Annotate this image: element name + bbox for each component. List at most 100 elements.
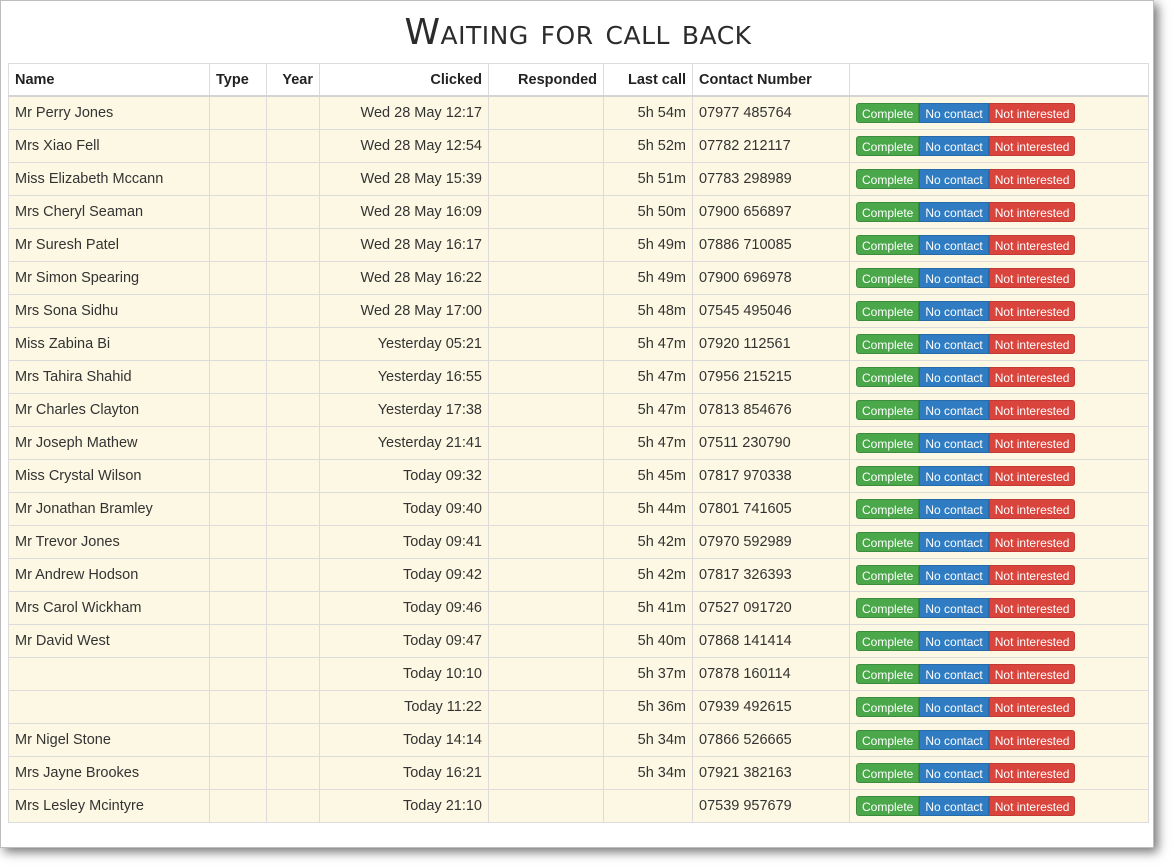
col-header-contact-number[interactable]: Contact Number	[692, 63, 850, 97]
no-contact-button[interactable]: No contact	[919, 763, 989, 783]
no-contact-button[interactable]: No contact	[919, 235, 989, 255]
table-row: Mrs Cheryl Seaman Wed 28 May 16:09 5h 50m 0…	[8, 195, 1149, 229]
no-contact-button[interactable]: No contact	[919, 796, 989, 816]
not-interested-button[interactable]: Not interested	[988, 631, 1076, 651]
complete-button[interactable]: Complete	[856, 268, 920, 288]
year-cell	[266, 756, 320, 790]
complete-button[interactable]: Complete	[856, 235, 920, 255]
actions-cell: Complete No contact Not interested	[849, 591, 1149, 625]
no-contact-button[interactable]: No contact	[919, 664, 989, 684]
col-header-type[interactable]: Type	[209, 63, 267, 97]
complete-button[interactable]: Complete	[856, 367, 920, 387]
complete-button[interactable]: Complete	[856, 169, 920, 189]
year-cell	[266, 360, 320, 394]
not-interested-button[interactable]: Not interested	[988, 301, 1076, 321]
action-button-group: Complete No contact Not interested	[856, 400, 1142, 420]
complete-button[interactable]: Complete	[856, 565, 920, 585]
name-cell: Mrs Sona Sidhu	[8, 294, 210, 328]
complete-button[interactable]: Complete	[856, 136, 920, 156]
responded-cell	[488, 294, 604, 328]
not-interested-button[interactable]: Not interested	[988, 103, 1076, 123]
no-contact-button[interactable]: No contact	[919, 334, 989, 354]
responded-cell	[488, 162, 604, 196]
complete-button[interactable]: Complete	[856, 301, 920, 321]
action-button-group: Complete No contact Not interested	[856, 367, 1142, 387]
complete-button[interactable]: Complete	[856, 433, 920, 453]
not-interested-button[interactable]: Not interested	[988, 532, 1076, 552]
year-cell	[266, 426, 320, 460]
complete-button[interactable]: Complete	[856, 730, 920, 750]
no-contact-button[interactable]: No contact	[919, 268, 989, 288]
col-header-clicked[interactable]: Clicked	[319, 63, 489, 97]
complete-button[interactable]: Complete	[856, 532, 920, 552]
complete-button[interactable]: Complete	[856, 697, 920, 717]
type-cell	[209, 360, 267, 394]
not-interested-button[interactable]: Not interested	[988, 664, 1076, 684]
clicked-cell: Yesterday 05:21	[319, 327, 489, 361]
not-interested-button[interactable]: Not interested	[988, 565, 1076, 585]
not-interested-button[interactable]: Not interested	[988, 169, 1076, 189]
no-contact-button[interactable]: No contact	[919, 136, 989, 156]
not-interested-button[interactable]: Not interested	[988, 466, 1076, 486]
complete-button[interactable]: Complete	[856, 631, 920, 651]
complete-button[interactable]: Complete	[856, 763, 920, 783]
no-contact-button[interactable]: No contact	[919, 202, 989, 222]
name-cell: Miss Elizabeth Mccann	[8, 162, 210, 196]
action-button-group: Complete No contact Not interested	[856, 697, 1142, 717]
not-interested-button[interactable]: Not interested	[988, 598, 1076, 618]
no-contact-button[interactable]: No contact	[919, 697, 989, 717]
table-row: Mr Joseph Mathew Yesterday 21:41 5h 47m 075…	[8, 426, 1149, 460]
responded-cell	[488, 228, 604, 262]
complete-button[interactable]: Complete	[856, 400, 920, 420]
year-cell	[266, 591, 320, 625]
no-contact-button[interactable]: No contact	[919, 631, 989, 651]
not-interested-button[interactable]: Not interested	[988, 763, 1076, 783]
col-header-year[interactable]: Year	[266, 63, 320, 97]
complete-button[interactable]: Complete	[856, 466, 920, 486]
no-contact-button[interactable]: No contact	[919, 466, 989, 486]
not-interested-button[interactable]: Not interested	[988, 235, 1076, 255]
no-contact-button[interactable]: No contact	[919, 103, 989, 123]
no-contact-button[interactable]: No contact	[919, 565, 989, 585]
not-interested-button[interactable]: Not interested	[988, 499, 1076, 519]
action-button-group: Complete No contact Not interested	[856, 796, 1142, 816]
name-cell: Mrs Xiao Fell	[8, 129, 210, 163]
no-contact-button[interactable]: No contact	[919, 169, 989, 189]
col-header-last-call[interactable]: Last call	[603, 63, 693, 97]
not-interested-button[interactable]: Not interested	[988, 136, 1076, 156]
col-header-name[interactable]: Name	[8, 63, 210, 97]
complete-button[interactable]: Complete	[856, 499, 920, 519]
actions-cell: Complete No contact Not interested	[849, 195, 1149, 229]
complete-button[interactable]: Complete	[856, 796, 920, 816]
no-contact-button[interactable]: No contact	[919, 301, 989, 321]
no-contact-button[interactable]: No contact	[919, 499, 989, 519]
not-interested-button[interactable]: Not interested	[988, 268, 1076, 288]
name-cell: Mr Andrew Hodson	[8, 558, 210, 592]
not-interested-button[interactable]: Not interested	[988, 796, 1076, 816]
complete-button[interactable]: Complete	[856, 334, 920, 354]
not-interested-button[interactable]: Not interested	[988, 202, 1076, 222]
no-contact-button[interactable]: No contact	[919, 367, 989, 387]
not-interested-button[interactable]: Not interested	[988, 730, 1076, 750]
actions-cell: Complete No contact Not interested	[849, 459, 1149, 493]
no-contact-button[interactable]: No contact	[919, 532, 989, 552]
responded-cell	[488, 624, 604, 658]
not-interested-button[interactable]: Not interested	[988, 334, 1076, 354]
no-contact-button[interactable]: No contact	[919, 730, 989, 750]
complete-button[interactable]: Complete	[856, 664, 920, 684]
complete-button[interactable]: Complete	[856, 103, 920, 123]
no-contact-button[interactable]: No contact	[919, 400, 989, 420]
actions-cell: Complete No contact Not interested	[849, 624, 1149, 658]
no-contact-button[interactable]: No contact	[919, 433, 989, 453]
not-interested-button[interactable]: Not interested	[988, 697, 1076, 717]
complete-button[interactable]: Complete	[856, 598, 920, 618]
complete-button[interactable]: Complete	[856, 202, 920, 222]
col-header-responded[interactable]: Responded	[488, 63, 604, 97]
contact-number-cell: 07527 091720	[692, 591, 850, 625]
no-contact-button[interactable]: No contact	[919, 598, 989, 618]
not-interested-button[interactable]: Not interested	[988, 367, 1076, 387]
type-cell	[209, 690, 267, 724]
not-interested-button[interactable]: Not interested	[988, 433, 1076, 453]
not-interested-button[interactable]: Not interested	[988, 400, 1076, 420]
name-cell: Mr Perry Jones	[8, 95, 210, 130]
